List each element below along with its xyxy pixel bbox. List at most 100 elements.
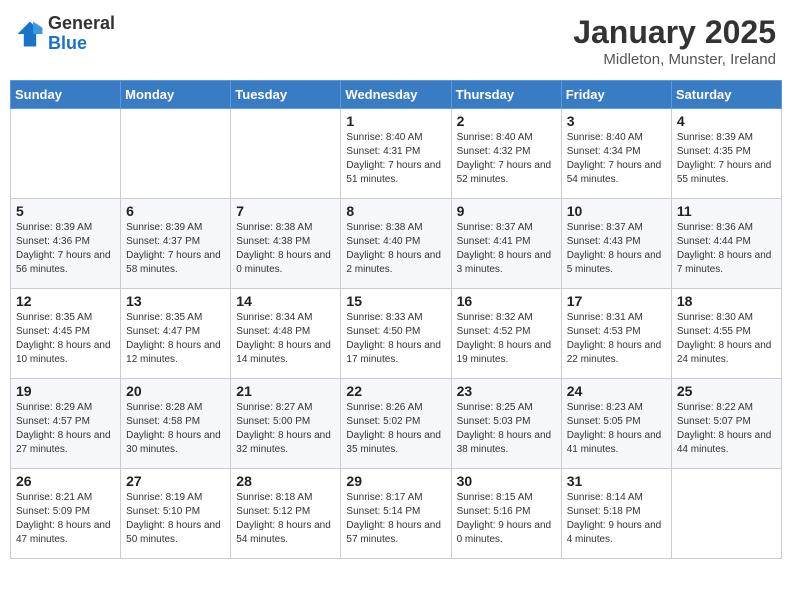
day-cell: 15 Sunrise: 8:33 AM Sunset: 4:50 PM Dayli… — [341, 289, 451, 379]
day-number: 4 — [677, 113, 776, 129]
logo-text: General Blue — [48, 14, 115, 54]
day-info: Sunrise: 8:35 AM Sunset: 4:47 PM Dayligh… — [126, 311, 225, 367]
day-number: 31 — [567, 473, 666, 489]
day-info: Sunrise: 8:37 AM Sunset: 4:41 PM Dayligh… — [457, 221, 556, 277]
day-info: Sunrise: 8:35 AM Sunset: 4:45 PM Dayligh… — [16, 311, 115, 367]
day-number: 5 — [16, 203, 115, 219]
day-number: 29 — [346, 473, 445, 489]
day-header-saturday: Saturday — [671, 81, 781, 109]
logo: General Blue — [16, 14, 115, 54]
day-number: 30 — [457, 473, 556, 489]
day-info: Sunrise: 8:39 AM Sunset: 4:35 PM Dayligh… — [677, 131, 776, 187]
day-number: 6 — [126, 203, 225, 219]
day-info: Sunrise: 8:18 AM Sunset: 5:12 PM Dayligh… — [236, 491, 335, 547]
week-row-1: 1Sunrise: 8:40 AM Sunset: 4:31 PM Daylig… — [11, 109, 782, 199]
day-info: Sunrise: 8:28 AM Sunset: 4:58 PM Dayligh… — [126, 401, 225, 457]
day-cell — [11, 109, 121, 199]
calendar-table: SundayMondayTuesdayWednesdayThursdayFrid… — [10, 80, 782, 559]
day-info: Sunrise: 8:33 AM Sunset: 4:50 PM Dayligh… — [346, 311, 445, 367]
day-number: 28 — [236, 473, 335, 489]
day-cell: 26 Sunrise: 8:21 AM Sunset: 5:09 PM Dayli… — [11, 469, 121, 559]
page-header: General Blue January 2025 Midleton, Muns… — [10, 10, 782, 72]
month-title: January 2025 — [573, 14, 776, 51]
day-number: 23 — [457, 383, 556, 399]
day-header-tuesday: Tuesday — [231, 81, 341, 109]
day-info: Sunrise: 8:32 AM Sunset: 4:52 PM Dayligh… — [457, 311, 556, 367]
day-number: 22 — [346, 383, 445, 399]
day-cell: 8Sunrise: 8:38 AM Sunset: 4:40 PM Daylig… — [341, 199, 451, 289]
day-cell — [121, 109, 231, 199]
day-info: Sunrise: 8:39 AM Sunset: 4:37 PM Dayligh… — [126, 221, 225, 277]
day-info: Sunrise: 8:17 AM Sunset: 5:14 PM Dayligh… — [346, 491, 445, 547]
day-info: Sunrise: 8:27 AM Sunset: 5:00 PM Dayligh… — [236, 401, 335, 457]
day-cell: 14Sunrise: 8:34 AM Sunset: 4:48 PM Dayli… — [231, 289, 341, 379]
day-cell: 3 Sunrise: 8:40 AM Sunset: 4:34 PM Daylig… — [561, 109, 671, 199]
day-info: Sunrise: 8:38 AM Sunset: 4:40 PM Dayligh… — [346, 221, 445, 277]
day-info: Sunrise: 8:34 AM Sunset: 4:48 PM Dayligh… — [236, 311, 335, 367]
day-info: Sunrise: 8:25 AM Sunset: 5:03 PM Dayligh… — [457, 401, 556, 457]
day-info: Sunrise: 8:40 AM Sunset: 4:34 PM Dayligh… — [567, 131, 666, 187]
day-number: 15 — [346, 293, 445, 309]
day-cell: 31Sunrise: 8:14 AM Sunset: 5:18 PM Dayli… — [561, 469, 671, 559]
day-cell: 20 Sunrise: 8:28 AM Sunset: 4:58 PM Dayli… — [121, 379, 231, 469]
day-number: 26 — [16, 473, 115, 489]
day-cell: 19 Sunrise: 8:29 AM Sunset: 4:57 PM Dayli… — [11, 379, 121, 469]
logo-general: General — [48, 13, 115, 33]
day-cell: 4 Sunrise: 8:39 AM Sunset: 4:35 PM Daylig… — [671, 109, 781, 199]
day-number: 16 — [457, 293, 556, 309]
day-header-thursday: Thursday — [451, 81, 561, 109]
day-cell: 28 Sunrise: 8:18 AM Sunset: 5:12 PM Dayli… — [231, 469, 341, 559]
day-info: Sunrise: 8:30 AM Sunset: 4:55 PM Dayligh… — [677, 311, 776, 367]
day-number: 3 — [567, 113, 666, 129]
day-number: 18 — [677, 293, 776, 309]
day-info: Sunrise: 8:15 AM Sunset: 5:16 PM Dayligh… — [457, 491, 556, 547]
day-number: 13 — [126, 293, 225, 309]
day-info: Sunrise: 8:38 AM Sunset: 4:38 PM Dayligh… — [236, 221, 335, 277]
day-cell: 9 Sunrise: 8:37 AM Sunset: 4:41 PM Daylig… — [451, 199, 561, 289]
day-cell: 7Sunrise: 8:38 AM Sunset: 4:38 PM Daylig… — [231, 199, 341, 289]
day-number: 9 — [457, 203, 556, 219]
day-number: 20 — [126, 383, 225, 399]
day-info: Sunrise: 8:21 AM Sunset: 5:09 PM Dayligh… — [16, 491, 115, 547]
day-number: 25 — [677, 383, 776, 399]
day-cell: 16 Sunrise: 8:32 AM Sunset: 4:52 PM Dayli… — [451, 289, 561, 379]
day-cell: 2Sunrise: 8:40 AM Sunset: 4:32 PM Daylig… — [451, 109, 561, 199]
week-row-5: 26 Sunrise: 8:21 AM Sunset: 5:09 PM Dayli… — [11, 469, 782, 559]
day-number: 27 — [126, 473, 225, 489]
day-info: Sunrise: 8:23 AM Sunset: 5:05 PM Dayligh… — [567, 401, 666, 457]
day-number: 10 — [567, 203, 666, 219]
day-cell: 22 Sunrise: 8:26 AM Sunset: 5:02 PM Dayli… — [341, 379, 451, 469]
day-cell: 11Sunrise: 8:36 AM Sunset: 4:44 PM Dayli… — [671, 199, 781, 289]
day-cell: 27 Sunrise: 8:19 AM Sunset: 5:10 PM Dayli… — [121, 469, 231, 559]
day-header-friday: Friday — [561, 81, 671, 109]
day-number: 12 — [16, 293, 115, 309]
day-info: Sunrise: 8:29 AM Sunset: 4:57 PM Dayligh… — [16, 401, 115, 457]
day-cell: 10 Sunrise: 8:37 AM Sunset: 4:43 PM Dayli… — [561, 199, 671, 289]
calendar-body: 1Sunrise: 8:40 AM Sunset: 4:31 PM Daylig… — [11, 109, 782, 559]
day-info: Sunrise: 8:40 AM Sunset: 4:32 PM Dayligh… — [457, 131, 556, 187]
day-info: Sunrise: 8:26 AM Sunset: 5:02 PM Dayligh… — [346, 401, 445, 457]
day-info: Sunrise: 8:36 AM Sunset: 4:44 PM Dayligh… — [677, 221, 776, 277]
title-block: January 2025 Midleton, Munster, Ireland — [573, 14, 776, 68]
day-info: Sunrise: 8:22 AM Sunset: 5:07 PM Dayligh… — [677, 401, 776, 457]
week-row-2: 5 Sunrise: 8:39 AM Sunset: 4:36 PM Daylig… — [11, 199, 782, 289]
calendar-header-row: SundayMondayTuesdayWednesdayThursdayFrid… — [11, 81, 782, 109]
day-info: Sunrise: 8:31 AM Sunset: 4:53 PM Dayligh… — [567, 311, 666, 367]
week-row-3: 12 Sunrise: 8:35 AM Sunset: 4:45 PM Dayli… — [11, 289, 782, 379]
day-info: Sunrise: 8:39 AM Sunset: 4:36 PM Dayligh… — [16, 221, 115, 277]
logo-blue: Blue — [48, 33, 87, 53]
day-cell: 5 Sunrise: 8:39 AM Sunset: 4:36 PM Daylig… — [11, 199, 121, 289]
day-number: 21 — [236, 383, 335, 399]
day-info: Sunrise: 8:19 AM Sunset: 5:10 PM Dayligh… — [126, 491, 225, 547]
day-cell: 24 Sunrise: 8:23 AM Sunset: 5:05 PM Dayli… — [561, 379, 671, 469]
day-cell: 17Sunrise: 8:31 AM Sunset: 4:53 PM Dayli… — [561, 289, 671, 379]
day-cell: 13 Sunrise: 8:35 AM Sunset: 4:47 PM Dayli… — [121, 289, 231, 379]
day-cell: 12 Sunrise: 8:35 AM Sunset: 4:45 PM Dayli… — [11, 289, 121, 379]
day-info: Sunrise: 8:37 AM Sunset: 4:43 PM Dayligh… — [567, 221, 666, 277]
day-number: 1 — [346, 113, 445, 129]
day-header-sunday: Sunday — [11, 81, 121, 109]
day-number: 19 — [16, 383, 115, 399]
day-number: 24 — [567, 383, 666, 399]
day-cell: 21 Sunrise: 8:27 AM Sunset: 5:00 PM Dayli… — [231, 379, 341, 469]
logo-icon — [16, 20, 44, 48]
